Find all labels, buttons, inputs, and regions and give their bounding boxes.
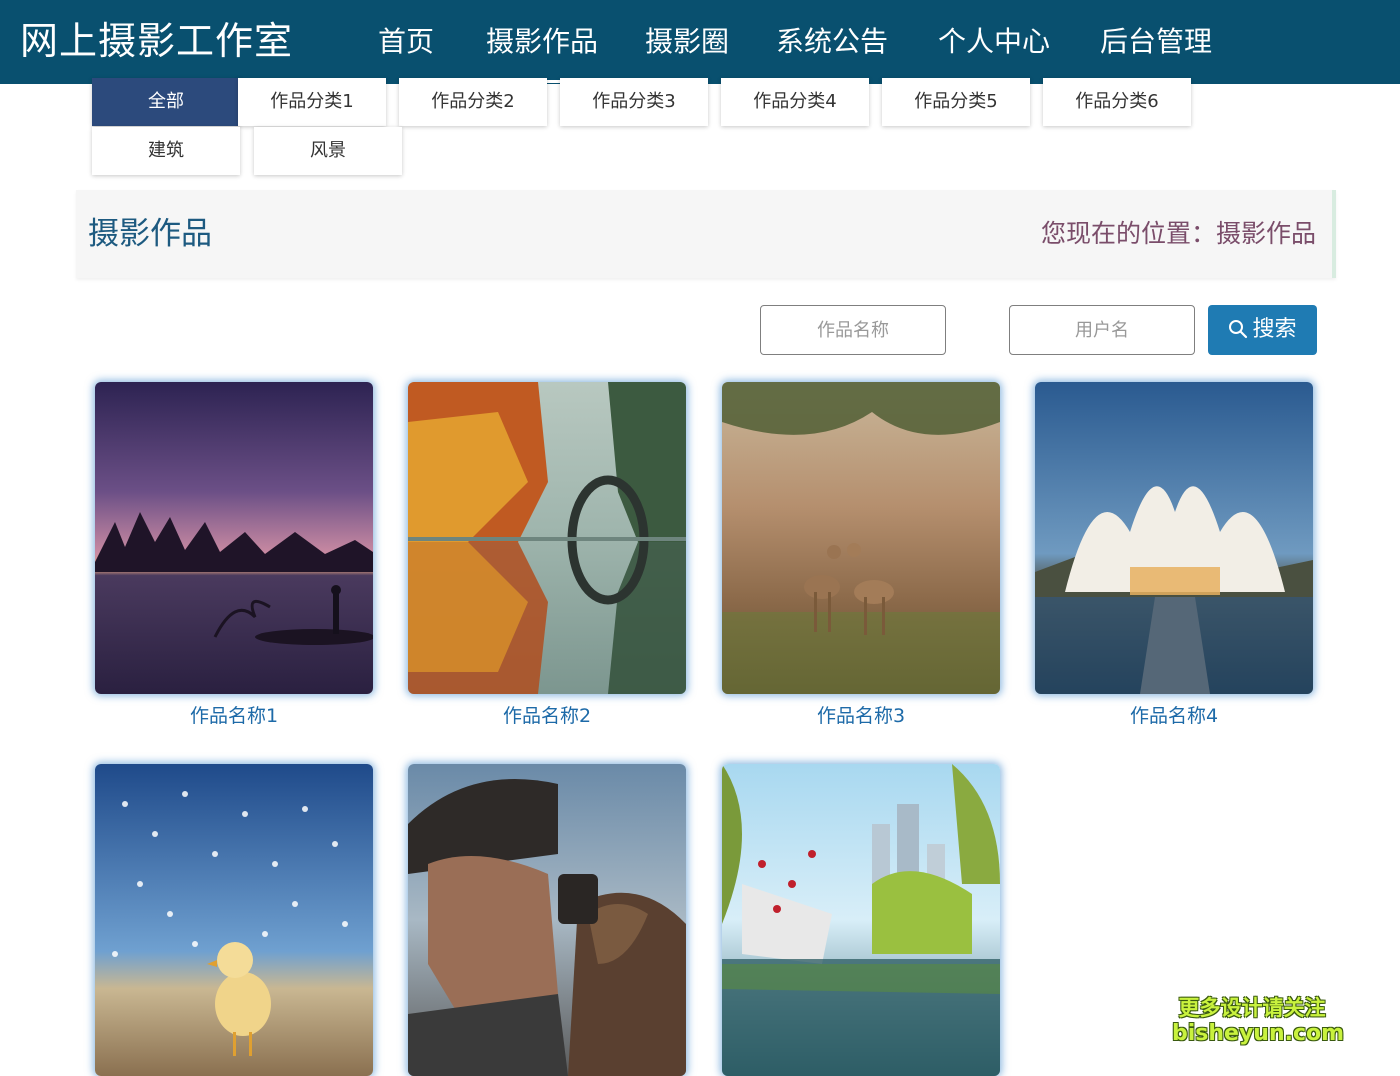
category-2[interactable]: 作品分类2 xyxy=(399,78,547,126)
work-caption-4[interactable]: 作品名称4 xyxy=(1035,702,1313,730)
watermark-line-2: bisheyun.com xyxy=(1172,1021,1345,1046)
nav-circle[interactable]: 摄影圈 xyxy=(645,20,729,66)
chick-birds-photo xyxy=(95,764,373,1076)
work-name-input[interactable] xyxy=(760,305,946,355)
search-button-label: 搜索 xyxy=(1252,317,1297,342)
deer-meadow-photo xyxy=(722,382,1000,694)
autumn-bridge-photo xyxy=(408,382,686,694)
work-thumbnail-5[interactable] xyxy=(95,764,373,1076)
nav-personal-center[interactable]: 个人中心 xyxy=(938,20,1050,66)
nav-announcements[interactable]: 系统公告 xyxy=(776,20,888,66)
work-caption-3[interactable]: 作品名称3 xyxy=(722,702,1000,730)
category-5[interactable]: 作品分类5 xyxy=(882,78,1030,126)
category-6[interactable]: 作品分类6 xyxy=(1043,78,1191,126)
category-all[interactable]: 全部 xyxy=(92,78,240,126)
watermark-line-1: 更多设计请关注 xyxy=(1178,996,1326,1020)
site-brand[interactable]: 网上摄影工作室 xyxy=(20,16,293,66)
category-1[interactable]: 作品分类1 xyxy=(238,78,386,126)
nav-works[interactable]: 摄影作品 xyxy=(473,20,611,83)
work-thumbnail-1[interactable] xyxy=(95,382,373,694)
search-button[interactable]: 搜索 xyxy=(1208,305,1317,355)
work-thumbnail-2[interactable] xyxy=(408,382,686,694)
top-navbar: 网上摄影工作室 首页 摄影作品 摄影圈 系统公告 个人中心 后台管理 xyxy=(0,0,1400,84)
category-architecture[interactable]: 建筑 xyxy=(92,127,240,175)
search-icon xyxy=(1229,320,1248,339)
section-header: 摄影作品 您现在的位置：摄影作品 xyxy=(76,190,1336,278)
username-input[interactable] xyxy=(1009,305,1195,355)
eagle-hunter-photo xyxy=(408,764,686,1076)
category-4[interactable]: 作品分类4 xyxy=(721,78,869,126)
page-title: 摄影作品 xyxy=(88,216,212,252)
work-thumbnail-6[interactable] xyxy=(408,764,686,1076)
work-caption-2[interactable]: 作品名称2 xyxy=(408,702,686,730)
work-caption-1[interactable]: 作品名称1 xyxy=(95,702,373,730)
nav-home[interactable]: 首页 xyxy=(378,20,434,66)
work-thumbnail-7[interactable] xyxy=(722,764,1000,1076)
category-3[interactable]: 作品分类3 xyxy=(560,78,708,126)
work-thumbnail-3[interactable] xyxy=(722,382,1000,694)
nav-admin[interactable]: 后台管理 xyxy=(1100,20,1212,66)
lake-sunset-photo xyxy=(95,382,373,694)
work-thumbnail-4[interactable] xyxy=(1035,382,1313,694)
park-lake-photo xyxy=(722,764,1000,1076)
watermark: 更多设计请关注 bisheyun.com xyxy=(1172,995,1345,1047)
breadcrumb: 您现在的位置：摄影作品 xyxy=(1040,219,1316,248)
modern-architecture-photo xyxy=(1035,382,1313,694)
category-landscape[interactable]: 风景 xyxy=(254,127,402,175)
